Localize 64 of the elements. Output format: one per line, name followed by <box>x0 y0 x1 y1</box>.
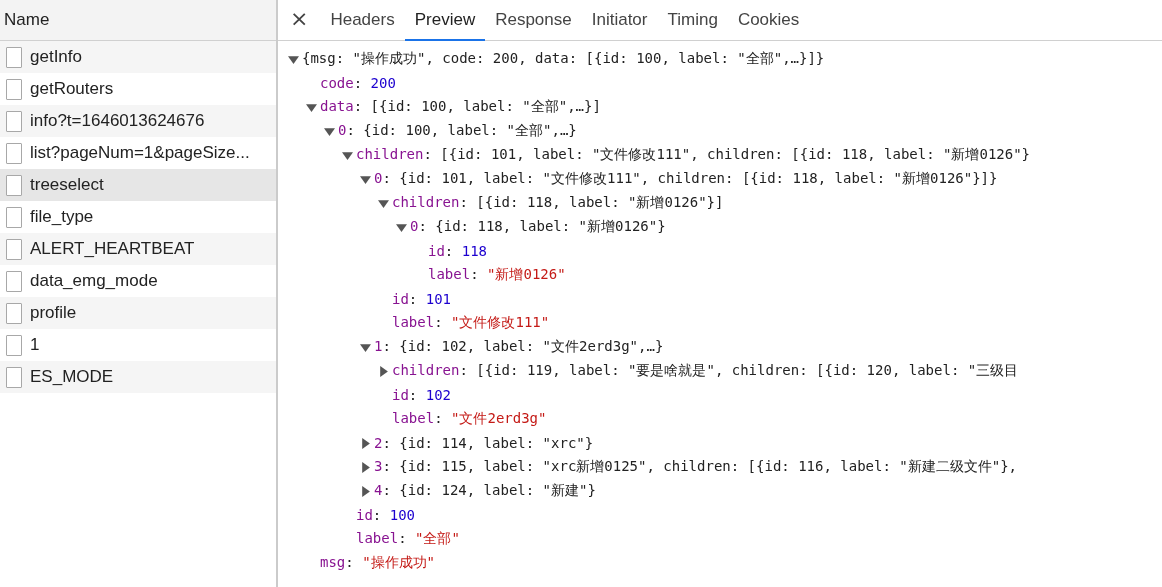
request-row[interactable]: ES_MODE <box>0 361 276 393</box>
disclosure-triangle-icon[interactable] <box>360 173 371 185</box>
tree-line: 3: {id: 115, label: "xrc新增0125", children: [{id: 116, label: "新建二级文件"}, <box>374 458 1018 476</box>
tab[interactable]: Response <box>485 0 582 41</box>
disclosure-triangle-icon[interactable] <box>306 101 317 113</box>
tree-line: 2: {id: 114, label: "xrc"} <box>374 435 594 451</box>
tree-line: id: 100 <box>356 507 416 523</box>
tree-line: id: 102 <box>392 387 452 403</box>
disclosure-triangle-icon[interactable] <box>378 197 389 209</box>
request-row[interactable]: file_type <box>0 201 276 233</box>
disclosure-triangle-icon[interactable] <box>360 437 371 449</box>
request-row[interactable]: info?t=1646013624676 <box>0 105 276 137</box>
request-row[interactable]: getRouters <box>0 73 276 105</box>
disclosure-triangle-icon[interactable] <box>324 125 335 137</box>
tab[interactable]: Initiator <box>581 0 658 41</box>
tree-line: 0: {id: 101, label: "文件修改111", children: [{id: 118, label: "新增0126"}]} <box>374 170 998 188</box>
tree-line: label: "文件2erd3g" <box>392 410 547 428</box>
file-icon <box>6 174 22 196</box>
tree-line: children: [{id: 101, label: "文件修改111", children: [{id: 118, label: "新增0126"} <box>356 146 1031 164</box>
request-row[interactable]: profile <box>0 297 276 329</box>
file-icon <box>6 334 22 356</box>
tree-line: children: [{id: 118, label: "新增0126"}] <box>392 194 724 212</box>
file-icon <box>6 142 22 164</box>
tab[interactable]: Headers <box>320 0 405 41</box>
file-icon <box>6 302 22 324</box>
request-row[interactable]: ALERT_HEARTBEAT <box>0 233 276 265</box>
tree-line: data: [{id: 100, label: "全部",…}] <box>320 98 601 116</box>
tree-line: label: "文件修改111" <box>392 314 550 332</box>
tree-line: 0: {id: 100, label: "全部",…} <box>338 122 577 140</box>
tree-line: id: 101 <box>392 291 452 307</box>
disclosure-triangle-icon[interactable] <box>342 149 353 161</box>
tree-line: label: "全部" <box>356 530 460 548</box>
file-icon <box>6 366 22 388</box>
file-icon <box>6 206 22 228</box>
tree-line: msg: "操作成功" <box>320 554 436 572</box>
request-row[interactable]: 1 <box>0 329 276 361</box>
tab[interactable]: Preview <box>404 0 486 41</box>
disclosure-triangle-icon[interactable] <box>288 53 299 65</box>
file-icon <box>6 270 22 292</box>
request-row[interactable]: list?pageNum=1&pageSize... <box>0 137 276 169</box>
tree-line: 4: {id: 124, label: "新建"} <box>374 482 596 500</box>
tree-line: label: "新增0126" <box>428 266 566 284</box>
file-icon <box>6 46 22 68</box>
disclosure-triangle-icon[interactable] <box>378 365 389 377</box>
tree-line: code: 200 <box>320 75 396 91</box>
tab[interactable]: Timing <box>657 0 728 41</box>
file-icon <box>6 238 22 260</box>
tree-line: 0: {id: 118, label: "新增0126"} <box>410 218 666 236</box>
tree-line: id: 118 <box>428 243 488 259</box>
file-icon <box>6 78 22 100</box>
request-row[interactable]: data_emg_mode <box>0 265 276 297</box>
request-row[interactable]: treeselect <box>0 169 276 201</box>
disclosure-triangle-icon[interactable] <box>396 221 407 233</box>
file-icon <box>6 110 22 132</box>
tree-line: {msg: "操作成功", code: 200, data: [{id: 100, label: "全部",…}]} <box>302 50 825 68</box>
tree-line: 1: {id: 102, label: "文件2erd3g",…} <box>374 338 664 356</box>
disclosure-triangle-icon[interactable] <box>360 341 371 353</box>
disclosure-triangle-icon[interactable] <box>360 485 371 497</box>
request-row[interactable]: getInfo <box>0 41 276 73</box>
column-header[interactable]: Name <box>4 10 50 30</box>
close-button[interactable]: × <box>288 0 321 40</box>
tree-line: children: [{id: 119, label: "要是啥就是", children: [{id: 120, label: "三级目 <box>392 362 1019 380</box>
tab[interactable]: Cookies <box>727 0 810 41</box>
disclosure-triangle-icon[interactable] <box>360 461 371 473</box>
